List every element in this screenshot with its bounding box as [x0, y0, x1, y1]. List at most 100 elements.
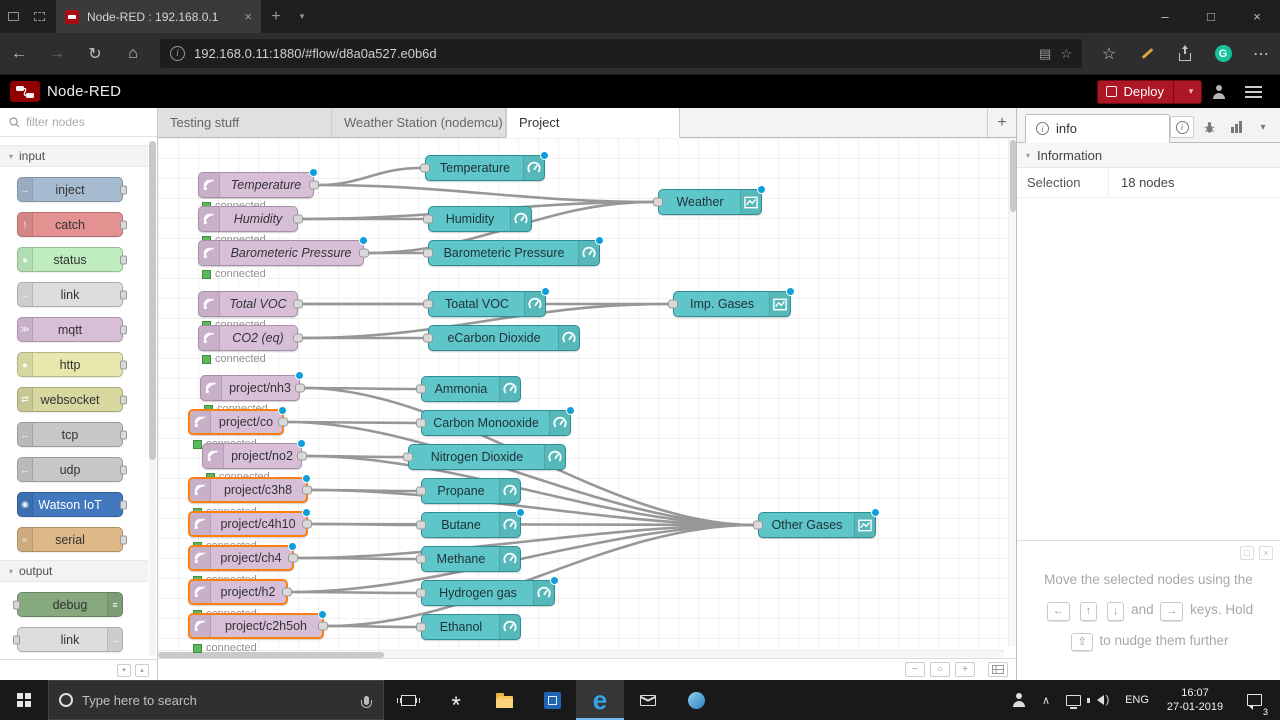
tip-close-icon[interactable]: × [1259, 546, 1273, 560]
flow-node-gauge-humidity[interactable]: Humidity [423, 206, 532, 232]
info-panel-icon[interactable]: i [1170, 116, 1194, 138]
add-flow-button[interactable]: + [987, 108, 1016, 137]
palette-node-serial[interactable]: ≈ serial [17, 527, 127, 552]
palette-node-mqtt[interactable]: ≫ mqtt [17, 317, 127, 342]
node-port-output[interactable] [293, 214, 303, 224]
main-menu-icon[interactable] [1236, 85, 1270, 98]
information-section-header[interactable]: ▾ Information [1017, 143, 1280, 168]
palette-scrollbar-thumb[interactable] [149, 141, 156, 461]
node-port-input[interactable] [403, 452, 413, 462]
flow-node-chart-weather[interactable]: Weather [653, 185, 766, 215]
flow-node-mqtt-barometric[interactable]: Barometeric Pressure connected [198, 236, 369, 280]
node-port-input[interactable] [423, 333, 433, 343]
back-icon[interactable]: ← [0, 45, 38, 63]
node-port-output[interactable] [318, 621, 328, 631]
network-icon[interactable] [1058, 680, 1088, 720]
taskbar-app-edge[interactable]: e [576, 680, 624, 720]
palette-expand-icon[interactable]: ▴ [135, 663, 149, 677]
flow-node-mqtt-nh3[interactable]: project/nh3connected [200, 371, 305, 415]
flow-node-gauge-h2[interactable]: Hydrogen gas [416, 576, 559, 606]
share-icon[interactable] [1166, 44, 1204, 61]
web-notes-icon[interactable] [1128, 48, 1166, 59]
palette-node-websocket[interactable]: ⇄ websocket [17, 387, 127, 412]
flow-node-gauge-total-voc[interactable]: Toatal VOC [423, 287, 550, 317]
palette-node-watson-iot[interactable]: ◉ Watson IoT [17, 492, 127, 517]
palette-node-link[interactable]: → link [13, 627, 123, 652]
node-port-output[interactable] [278, 417, 288, 427]
user-icon[interactable] [1202, 85, 1236, 99]
window-close-button[interactable]: × [1234, 0, 1280, 33]
flow-node-gauge-c2h5oh[interactable]: Ethanol [416, 614, 521, 640]
hidden-icons-chevron-icon[interactable]: ∧ [1034, 680, 1058, 720]
flow-node-gauge-c4h10[interactable]: Butane [416, 508, 525, 538]
favorite-star-icon[interactable]: ☆ [1060, 46, 1072, 62]
taskbar-app-blue[interactable] [528, 680, 576, 720]
action-center-button[interactable]: 3 [1234, 680, 1274, 720]
tab-testing-stuff[interactable]: Testing stuff [158, 108, 332, 137]
refresh-icon[interactable]: ↻ [76, 44, 114, 64]
node-port-output[interactable] [309, 180, 319, 190]
node-port-input[interactable] [653, 197, 663, 207]
node-port-input[interactable] [753, 520, 763, 530]
wire-mqtt-temperature-to-chart-weather[interactable] [316, 183, 656, 204]
node-port-output[interactable] [282, 587, 292, 597]
window-minimize-button[interactable]: – [1142, 0, 1188, 33]
node-port-input[interactable] [416, 622, 426, 632]
flow-node-mqtt-h2[interactable]: project/h2connected [188, 579, 292, 620]
zoom-reset-button[interactable]: ○ [930, 662, 950, 677]
volume-icon[interactable]: ) [1086, 680, 1118, 720]
window-maximize-button[interactable]: □ [1188, 0, 1234, 33]
navigator-toggle-icon[interactable] [988, 662, 1008, 677]
home-icon[interactable]: ⌂ [114, 45, 152, 63]
flow-node-mqtt-c2h5oh[interactable]: project/c2h5oh connected [188, 610, 328, 654]
node-port-input[interactable] [416, 418, 426, 428]
taskbar-app-burst[interactable]: * [432, 680, 480, 720]
close-tab-icon[interactable]: × [244, 9, 252, 24]
node-port-input[interactable] [668, 299, 678, 309]
set-tabs-aside-icon[interactable] [26, 12, 52, 21]
taskbar-app-mail[interactable] [624, 680, 672, 720]
taskbar-search[interactable]: Type here to search [48, 680, 384, 720]
start-button[interactable] [0, 680, 48, 720]
palette-node-inject[interactable]: → inject [17, 177, 127, 202]
palette-collapse-icon[interactable]: ▾ [117, 663, 131, 677]
flow-node-mqtt-co2[interactable]: CO2 (eq) connected [198, 325, 303, 365]
new-tab-button[interactable]: + [261, 8, 291, 26]
node-port-input[interactable] [416, 384, 426, 394]
node-port-input[interactable] [416, 486, 426, 496]
palette-node-http[interactable]: ● http [17, 352, 127, 377]
node-port-output[interactable] [297, 451, 307, 461]
wire-mqtt-c4h10-to-chart-other-gases[interactable] [310, 522, 756, 527]
palette-category-input[interactable]: ▾ input [0, 145, 148, 167]
node-port-output[interactable] [302, 485, 312, 495]
flow-node-chart-other-gases[interactable]: Other Gases [753, 508, 880, 538]
tab-project[interactable]: Project [506, 108, 680, 138]
tab-menu-icon[interactable]: ▾ [291, 11, 313, 22]
tab-preview-icon[interactable] [0, 12, 26, 21]
deploy-button[interactable]: Deploy ▾ [1096, 79, 1202, 104]
flow-node-gauge-no2[interactable]: Nitrogen Dioxide [403, 444, 566, 470]
flow-node-gauge-nh3[interactable]: Ammonia [416, 376, 521, 402]
node-port-output[interactable] [302, 519, 312, 529]
palette-node-catch[interactable]: ! catch [17, 212, 127, 237]
reading-view-icon[interactable]: ▤ [1039, 46, 1051, 62]
palette-category-output[interactable]: ▾ output [0, 560, 148, 582]
flow-node-gauge-co2[interactable]: eCarbon Dioxide [423, 325, 580, 351]
flow-node-chart-imp-gases[interactable]: Imp. Gases [668, 287, 795, 317]
clock[interactable]: 16:07 27-01-2019 [1156, 680, 1234, 720]
palette-node-debug[interactable]: ≡ debug [13, 592, 123, 617]
node-port-input[interactable] [416, 520, 426, 530]
flow-node-gauge-temperature[interactable]: Temperature [420, 151, 549, 181]
grammarly-extension-icon[interactable]: G [1204, 45, 1242, 62]
node-port-input[interactable] [423, 299, 433, 309]
flow-node-gauge-co[interactable]: Carbon Monooxide [416, 406, 575, 436]
flow-node-mqtt-temperature[interactable]: Temperatureconnected [198, 168, 319, 212]
taskbar-app-photos[interactable] [672, 680, 720, 720]
node-port-input[interactable] [423, 214, 433, 224]
palette-node-link[interactable]: → link [17, 282, 127, 307]
deploy-options-caret-icon[interactable]: ▾ [1181, 86, 1201, 97]
tab-info[interactable]: i info [1025, 114, 1170, 143]
language-indicator[interactable]: ENG [1118, 680, 1156, 720]
node-port-input[interactable] [420, 163, 430, 173]
node-port-input[interactable] [416, 554, 426, 564]
